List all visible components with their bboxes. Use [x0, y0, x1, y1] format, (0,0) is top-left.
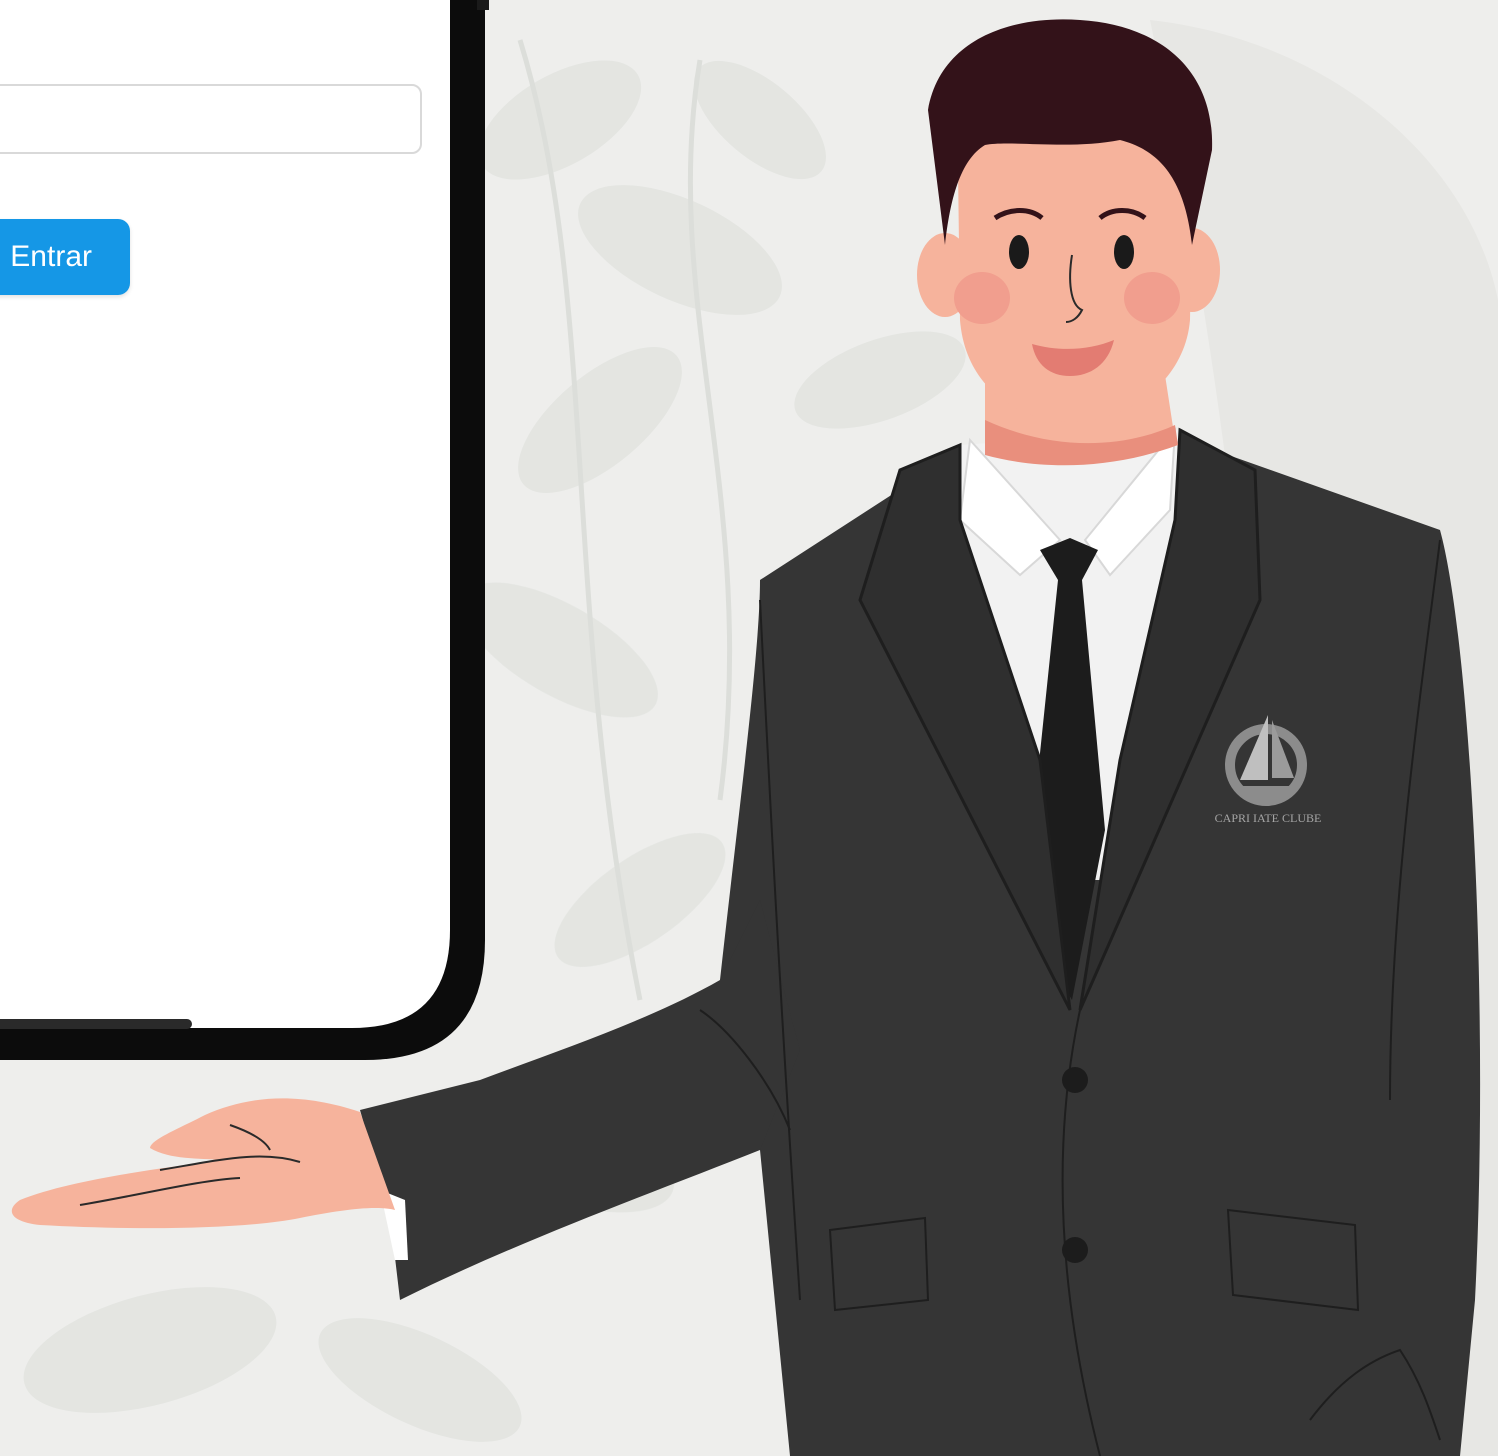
presenter-illustration: CAPRI IATE CLUBE: [11, 19, 1481, 1456]
club-logo-text: CAPRI IATE CLUBE: [1215, 811, 1322, 825]
